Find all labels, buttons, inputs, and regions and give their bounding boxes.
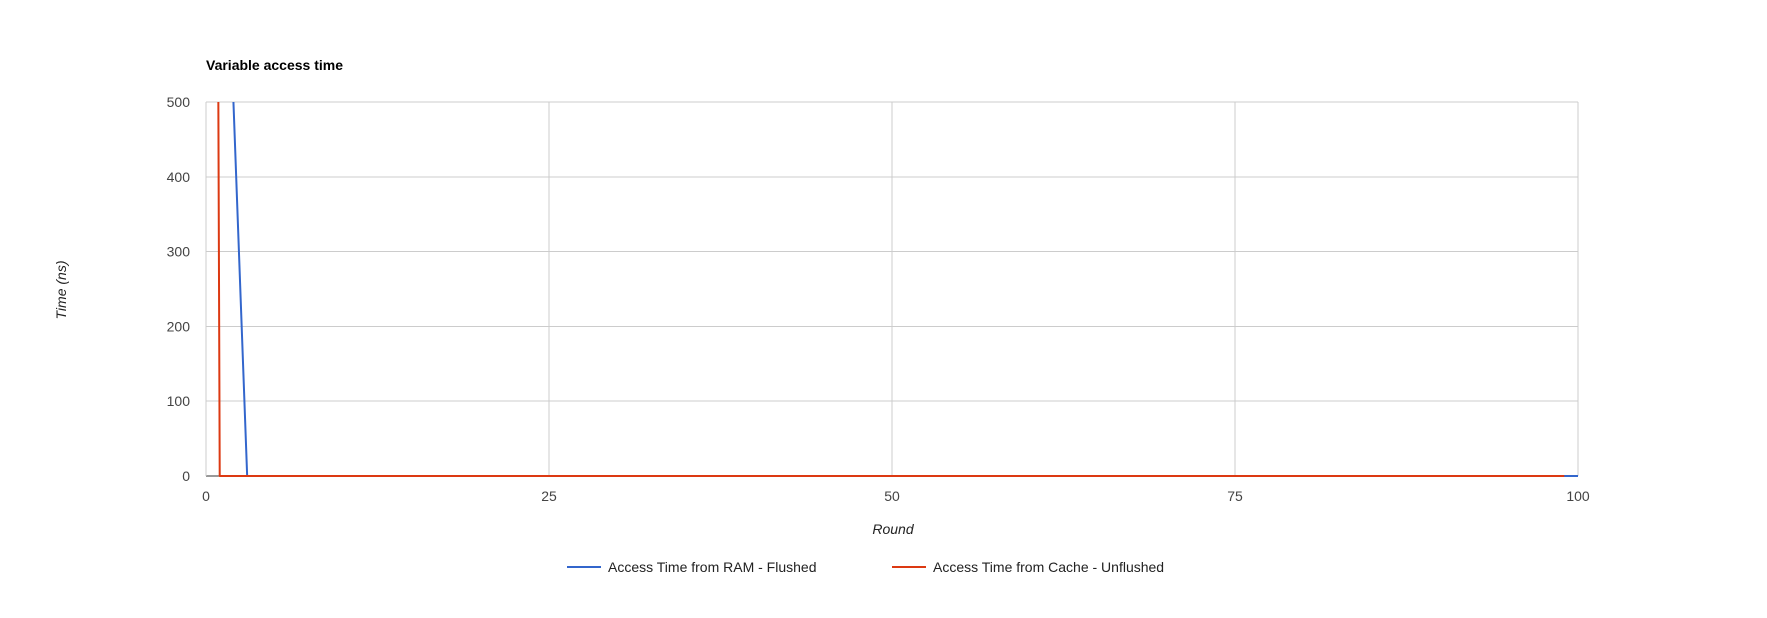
series-line-2 (217, 102, 1565, 477)
x-axis-title: Round (872, 521, 914, 537)
y-axis-title: Time (ns) (53, 261, 69, 320)
y-tick-label: 500 (167, 94, 191, 110)
x-axis: 0 25 50 75 100 (202, 488, 1590, 504)
grid (205, 101, 1579, 477)
y-tick-label: 200 (167, 318, 191, 334)
y-tick-label: 0 (182, 468, 190, 484)
y-tick-label: 300 (167, 244, 191, 260)
legend-label-2: Access Time from Cache - Unflushed (933, 559, 1164, 575)
y-tick-label: 100 (167, 393, 191, 409)
x-tick-label: 25 (541, 488, 557, 504)
y-tick-label: 400 (167, 169, 191, 185)
y-axis: 0 100 200 300 400 500 (167, 94, 191, 484)
legend-label-1: Access Time from RAM - Flushed (608, 559, 817, 575)
x-tick-label: 50 (884, 488, 900, 504)
x-tick-label: 100 (1566, 488, 1590, 504)
x-tick-label: 75 (1227, 488, 1243, 504)
x-tick-label: 0 (202, 488, 210, 504)
chart: Variable access time 0 100 200 300 400 500 0 2… (53, 57, 1590, 575)
legend: Access Time from RAM - Flushed Access Tim… (567, 559, 1164, 575)
chart-title: Variable access time (206, 57, 343, 73)
